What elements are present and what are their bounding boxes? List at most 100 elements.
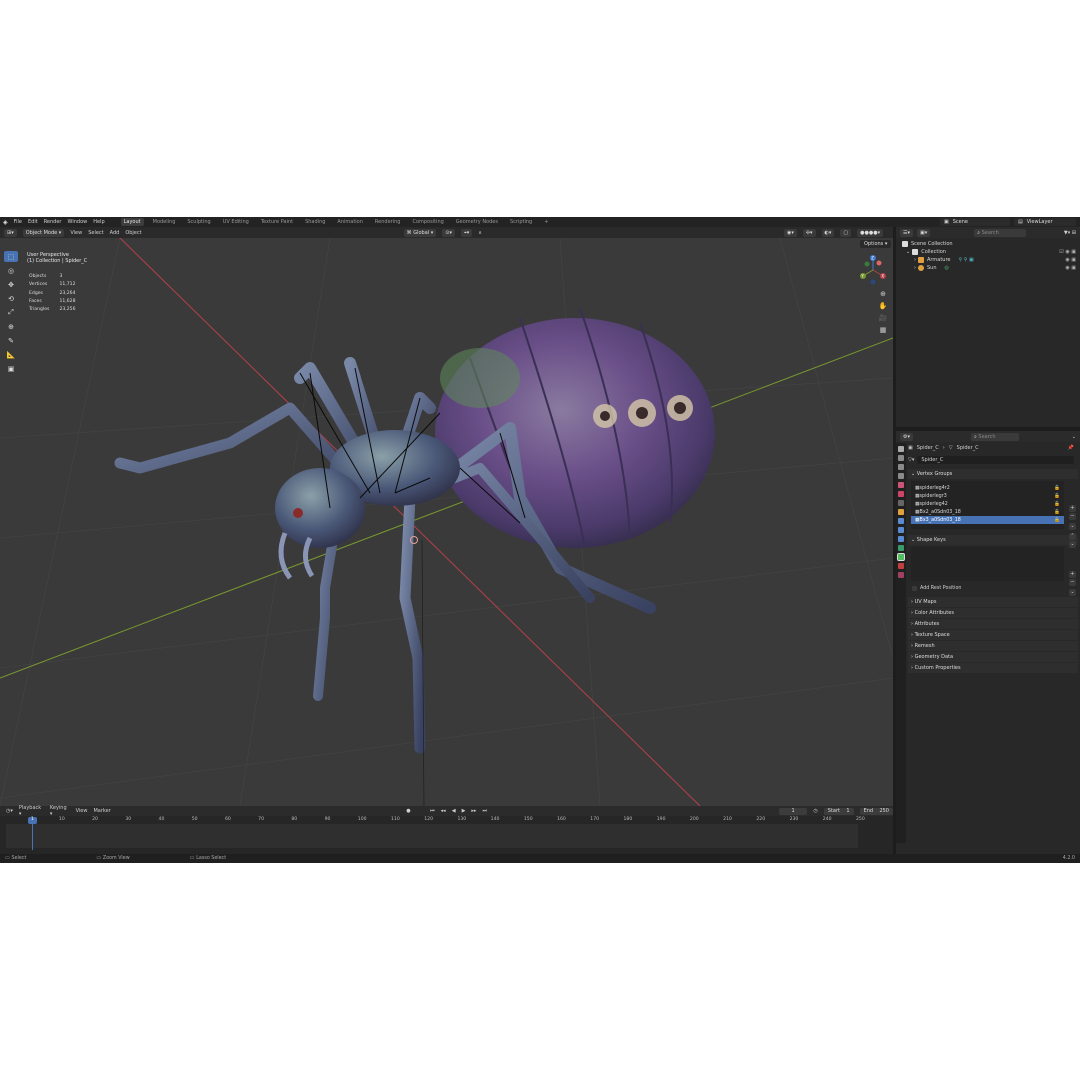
outliner-row-armature[interactable]: › Armature ⚲ ⚲ ▣ ◉ ▣ — [896, 256, 1080, 264]
visibility-button[interactable]: ◉▾ — [783, 228, 797, 237]
outliner-row-scene-collection[interactable]: Scene Collection — [896, 240, 1080, 248]
options-button[interactable]: Options ▾ — [860, 240, 892, 248]
tab-modeling[interactable]: Modeling — [150, 218, 179, 226]
menu-keying[interactable]: Keying ▾ — [50, 805, 70, 817]
prev-key-icon[interactable]: ◂◂ — [441, 808, 446, 814]
preview-range-icon[interactable]: ◷ — [813, 808, 817, 814]
vertex-group-item[interactable]: ▦ spiderleg42 🔓 — [911, 500, 1064, 508]
camera-icon[interactable]: 🎥 — [877, 314, 889, 324]
vertex-group-item[interactable]: ▦ Bx3_a0Sdn03_18 🔓 — [911, 516, 1064, 524]
shape-keys-panel-header[interactable]: ⌄ Shape Keys — [908, 535, 1078, 545]
material-tab-icon[interactable] — [898, 563, 904, 569]
scale-icon[interactable]: ⤢ — [4, 307, 18, 318]
visibility-icons[interactable]: ◉ ▣ — [1065, 257, 1076, 263]
modifiers-tab-icon[interactable] — [898, 518, 904, 524]
output-tab-icon[interactable] — [898, 464, 904, 470]
current-frame-field[interactable]: 1 — [778, 807, 808, 815]
physics-tab-icon[interactable] — [898, 536, 904, 542]
add-workspace-button[interactable]: + — [541, 218, 551, 226]
panel-custom-properties[interactable]: › Custom Properties — [908, 663, 1078, 673]
lock-icon[interactable]: 🔓 — [1054, 502, 1060, 507]
jump-start-icon[interactable]: ⏮ — [430, 808, 435, 814]
lock-icon[interactable]: 🔓 — [1054, 486, 1060, 491]
menu-add[interactable]: Add — [110, 230, 120, 236]
proportional-edit-icon[interactable]: ∧ — [478, 230, 482, 236]
vertex-group-item[interactable]: ▦ spiderleg4r2 🔓 — [911, 484, 1064, 492]
visibility-icons[interactable]: ◉ ▣ — [1065, 265, 1076, 271]
snap-button[interactable]: ⌖▾ — [460, 228, 473, 237]
record-icon[interactable]: ● — [406, 808, 410, 814]
move-down-button[interactable]: ⌄ — [1069, 541, 1076, 548]
vertex-group-item[interactable]: ▦ Bx2_a0Sdn03_18 🔓 — [911, 508, 1064, 516]
properties-search[interactable]: ⌕ Search — [971, 432, 1019, 441]
panel-texture-space[interactable]: › Texture Space — [908, 630, 1078, 640]
tab-uv-editing[interactable]: UV Editing — [220, 218, 252, 226]
visibility-icons[interactable]: ☑ ◉ ▣ — [1059, 249, 1076, 255]
pin-icon[interactable]: 📌 — [1068, 445, 1074, 451]
play-reverse-icon[interactable]: ◀ — [452, 808, 456, 814]
constraints-tab-icon[interactable] — [898, 545, 904, 551]
mesh-data-icon[interactable]: ▽▾ — [908, 457, 914, 463]
transform-icon[interactable]: ⊕ — [4, 321, 18, 332]
tab-sculpting[interactable]: Sculpting — [184, 218, 213, 226]
lock-icon[interactable]: 🔓 — [1054, 494, 1060, 499]
add-rest-position-checkbox[interactable] — [912, 586, 917, 591]
menu-playback[interactable]: Playback ▾ — [19, 805, 44, 817]
tab-layout[interactable]: Layout — [120, 218, 144, 226]
measure-icon[interactable]: 📐 — [4, 349, 18, 360]
frame-ruler[interactable]: 1102030405060708090100110120130140150160… — [0, 817, 893, 823]
rotate-icon[interactable]: ⟲ — [4, 293, 18, 304]
menu-select[interactable]: Select — [88, 230, 103, 236]
tool-tab-icon[interactable] — [898, 446, 904, 452]
expand-arrow-icon[interactable]: ⌄ — [906, 249, 910, 255]
panel-remesh[interactable]: › Remesh — [908, 641, 1078, 651]
menu-edit[interactable]: Edit — [28, 219, 38, 225]
mode-dropdown[interactable]: Object Mode ▾ — [22, 228, 65, 237]
shape-key-specials-button[interactable]: ⌄ — [1069, 589, 1076, 596]
gizmo-button[interactable]: ✣▾ — [802, 228, 816, 237]
tab-compositing[interactable]: Compositing — [409, 218, 446, 226]
play-icon[interactable]: ▶ — [462, 808, 466, 814]
tab-scripting[interactable]: Scripting — [507, 218, 535, 226]
world-tab-icon[interactable] — [898, 491, 904, 497]
zoom-icon[interactable]: ⊕ — [877, 290, 889, 300]
grid-view-icon[interactable]: ▦ — [877, 326, 889, 336]
vertex-groups-list[interactable]: ▦ spiderleg4r2 🔓 ▦ spiderlegr3 🔓 ▦ spiderleg… — [911, 481, 1064, 529]
menu-view[interactable]: View — [70, 230, 82, 236]
remove-shape-key-button[interactable]: − — [1069, 579, 1076, 586]
panel-color-attributes[interactable]: › Color Attributes — [908, 608, 1078, 618]
add-shape-key-button[interactable]: + — [1069, 571, 1076, 578]
menu-render[interactable]: Render — [44, 219, 62, 225]
render-tab-icon[interactable] — [898, 455, 904, 461]
transform-orientation-dropdown[interactable]: ⌘ Global ▾ — [403, 228, 437, 237]
vertex-group-item[interactable]: ▦ spiderlegr3 🔓 — [911, 492, 1064, 500]
view-layer-tab-icon[interactable] — [898, 473, 904, 479]
vertex-group-specials-button[interactable]: ⌄ — [1069, 523, 1076, 530]
shading-modes[interactable]: ●●●●▾ — [857, 228, 884, 237]
xray-button[interactable]: ▢ — [840, 228, 852, 237]
expand-arrow-icon[interactable]: › — [914, 265, 916, 271]
move-up-button[interactable]: ⌃ — [1069, 533, 1076, 540]
cursor-icon[interactable]: ◎ — [4, 265, 18, 276]
move-icon[interactable]: ✥ — [4, 279, 18, 290]
view-layer-selector[interactable]: ▤ ViewLayer — [1014, 218, 1076, 226]
tab-animation[interactable]: Animation — [334, 218, 366, 226]
outliner-search[interactable]: ⌕ Search — [974, 228, 1027, 237]
display-mode-button[interactable]: ▣▾ — [917, 228, 931, 237]
start-frame-field[interactable]: Start 1 — [823, 807, 854, 815]
collection-tab-icon[interactable] — [898, 500, 904, 506]
timeline-track[interactable] — [6, 824, 858, 848]
next-key-icon[interactable]: ▸▸ — [471, 808, 476, 814]
menu-view-timeline[interactable]: View — [76, 808, 88, 814]
expand-arrow-icon[interactable]: › — [914, 257, 916, 263]
add-rest-position-row[interactable]: Add Rest Position — [908, 584, 1078, 593]
playhead[interactable]: 1 — [28, 817, 37, 824]
pivot-point-button[interactable]: ⊙▾ — [442, 228, 455, 237]
end-frame-field[interactable]: End 250 — [859, 807, 893, 815]
lock-icon[interactable]: 🔓 — [1054, 510, 1060, 515]
tab-texture-paint[interactable]: Texture Paint — [258, 218, 296, 226]
menu-file[interactable]: File — [14, 219, 22, 225]
editor-type-button[interactable]: ⊞▾ — [4, 228, 17, 237]
blender-logo-icon[interactable]: ◈ — [3, 219, 8, 226]
jump-end-icon[interactable]: ⏭ — [482, 808, 487, 814]
